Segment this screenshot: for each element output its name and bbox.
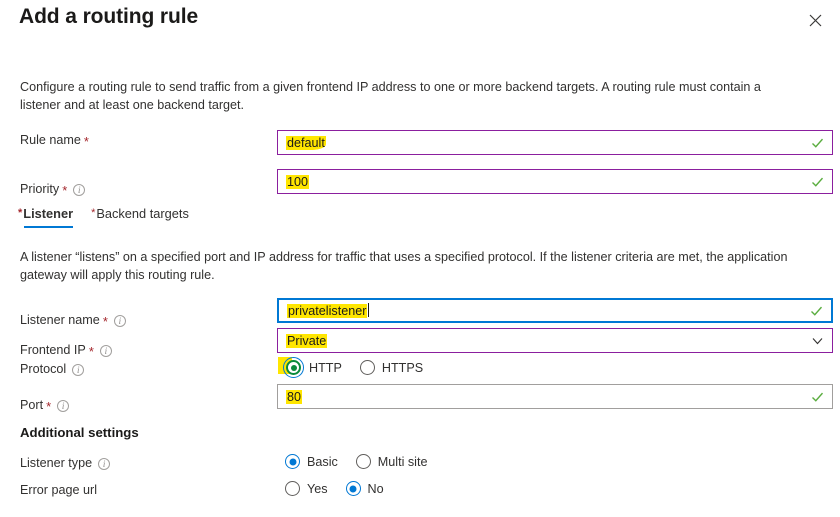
listener-name-required-marker: * (102, 313, 108, 329)
listener-type-multi-site-label: Multi site (377, 454, 428, 469)
protocol-info-icon[interactable] (72, 364, 85, 376)
protocol-http-radio[interactable] (286, 360, 301, 375)
page-title: Add a routing rule (19, 5, 199, 28)
close-icon[interactable] (801, 6, 829, 34)
listener-name-value: privatelistener (287, 303, 370, 318)
port-label-text: Port (20, 398, 44, 412)
tab-listener[interactable]: *Listener (18, 206, 74, 228)
priority-label-text: Priority (20, 182, 60, 196)
protocol-http-focus-ring (283, 357, 304, 378)
listener-name-input[interactable]: privatelistener (277, 298, 833, 323)
error-page-yes-label: Yes (307, 481, 328, 496)
tab-backend-targets[interactable]: *Backend targets (91, 206, 189, 228)
port-info-icon[interactable] (57, 400, 70, 412)
error-page-option-no[interactable]: No (345, 481, 384, 496)
rule-name-input[interactable]: default (277, 130, 833, 155)
port-label: Port * (20, 398, 70, 414)
priority-highlight: 100 (286, 174, 310, 189)
additional-settings-heading: Additional settings (20, 425, 139, 440)
protocol-https-label: HTTPS (381, 360, 424, 375)
frontend-ip-label: Frontend IP * (20, 343, 112, 359)
error-page-url-label-text: Error page url (20, 483, 97, 497)
chevron-down-icon[interactable] (812, 335, 823, 346)
protocol-http-label: HTTP (309, 360, 342, 375)
protocol-label-text: Protocol (20, 362, 67, 376)
port-value: 80 (286, 389, 303, 404)
error-page-url-label: Error page url (20, 483, 97, 497)
rule-name-label-text: Rule name (20, 133, 81, 147)
priority-label: Priority * (20, 182, 86, 198)
listener-name-label: Listener name * (20, 313, 126, 329)
tab-listener-label: Listener (23, 206, 74, 221)
frontend-ip-select[interactable]: Private (277, 328, 833, 353)
protocol-https-radio[interactable] (359, 360, 375, 375)
close-glyph (809, 14, 821, 26)
listener-type-radio-group: Basic Multi site (285, 454, 427, 469)
frontend-ip-label-text: Frontend IP (20, 343, 86, 357)
listener-type-basic-radio[interactable] (285, 454, 300, 469)
tab-backend-required-marker: * (91, 207, 96, 219)
frontend-ip-value: Private (286, 333, 328, 348)
listener-type-option-basic[interactable]: Basic (285, 454, 338, 469)
frontend-ip-highlight: Private (286, 333, 328, 348)
tab-backend-label: Backend targets (96, 206, 189, 221)
valid-check-icon (812, 177, 824, 187)
rule-name-label: Rule name * (20, 133, 89, 149)
listener-type-basic-label: Basic (307, 454, 338, 469)
port-highlight: 80 (286, 389, 303, 404)
panel-header: Add a routing rule (0, 0, 840, 46)
listener-type-option-multi-site[interactable]: Multi site (355, 454, 428, 469)
rule-name-required-marker: * (83, 133, 89, 149)
listener-name-info-icon[interactable] (113, 315, 126, 327)
error-page-url-radio-group: Yes No (285, 481, 384, 496)
listener-type-info-icon[interactable] (98, 458, 111, 470)
rule-name-highlight: default (286, 135, 326, 150)
listener-type-label: Listener type (20, 456, 111, 470)
priority-value: 100 (286, 174, 310, 189)
error-page-option-yes[interactable]: Yes (285, 481, 328, 496)
listener-description: A listener “listens” on a specified port… (20, 250, 788, 282)
priority-required-marker: * (62, 182, 68, 198)
error-page-no-label: No (367, 481, 384, 496)
listener-type-label-text: Listener type (20, 456, 93, 470)
frontend-ip-required-marker: * (88, 343, 94, 359)
tab-listener-required-marker: * (18, 207, 23, 219)
rule-name-value: default (286, 135, 326, 150)
valid-check-icon (812, 392, 824, 402)
listener-type-multi-site-radio[interactable] (355, 454, 371, 469)
tab-bar: *Listener *Backend targets (18, 206, 189, 228)
listener-name-label-text: Listener name (20, 313, 100, 327)
port-input[interactable]: 80 (277, 384, 833, 409)
priority-info-icon[interactable] (73, 184, 86, 196)
valid-check-icon (812, 138, 824, 148)
protocol-label: Protocol (20, 362, 85, 376)
panel-description: Configure a routing rule to send traffic… (20, 80, 761, 112)
protocol-option-http[interactable]: HTTP (283, 357, 342, 378)
error-page-no-radio[interactable] (345, 481, 361, 496)
port-required-marker: * (46, 398, 52, 414)
frontend-ip-info-icon[interactable] (99, 345, 112, 357)
valid-check-icon (811, 306, 823, 316)
priority-input[interactable]: 100 (277, 169, 833, 194)
listener-name-highlight: privatelistener (287, 304, 368, 318)
text-caret (368, 303, 370, 317)
error-page-yes-radio[interactable] (285, 481, 300, 496)
protocol-option-https[interactable]: HTTPS (359, 360, 424, 375)
protocol-radio-group: HTTP HTTPS (283, 357, 423, 378)
